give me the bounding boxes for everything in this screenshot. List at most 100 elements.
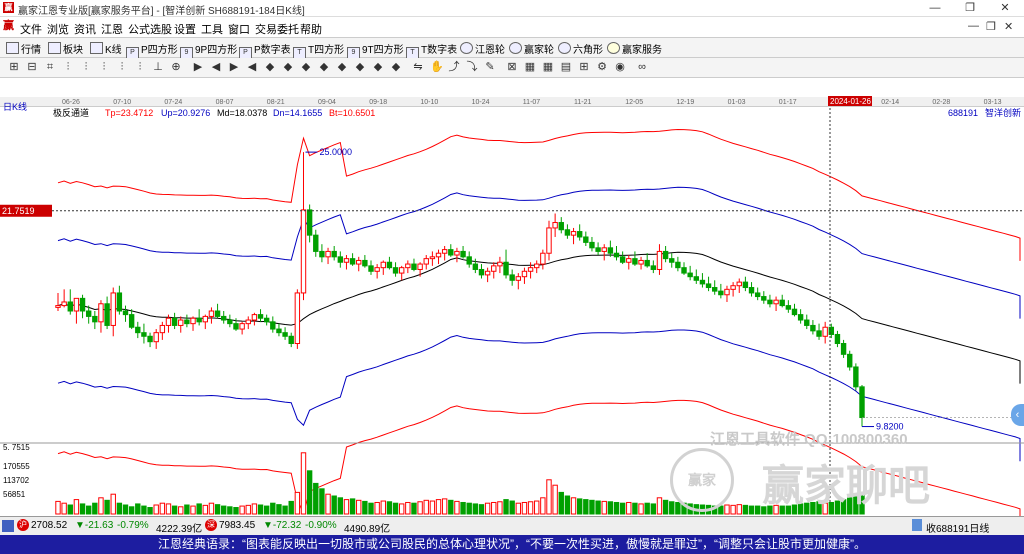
- tool-icon-12[interactable]: ▶: [228, 61, 240, 73]
- candle-body: [521, 270, 528, 278]
- candle-body: [325, 250, 331, 258]
- volume-bar: [171, 505, 178, 515]
- mdi-close-button[interactable]: ✕: [1004, 20, 1013, 33]
- tool-icon-7[interactable]: ⫶: [134, 61, 146, 73]
- tool-icon-6[interactable]: ⫶: [116, 61, 128, 73]
- tool-icon-9[interactable]: ⊕: [170, 61, 182, 73]
- candle-body: [67, 301, 73, 312]
- tool-icon-26[interactable]: ✎: [484, 61, 496, 73]
- sz-index-value[interactable]: 7983.45: [219, 520, 255, 531]
- date-label: 03-13: [984, 99, 1002, 106]
- grid-icon[interactable]: [2, 520, 14, 532]
- tool-icon-19[interactable]: ◆: [354, 61, 366, 73]
- tool-icon-23[interactable]: ✋: [430, 61, 444, 73]
- toolbar-hexagon-button[interactable]: 六角形: [558, 41, 603, 56]
- tool-icon-4[interactable]: ⫶: [80, 61, 92, 73]
- menu-bar: 赢 文件 浏览 资讯 江恩 公式选股 设置 工具 窗口 交易委托 帮助 — ❐ …: [0, 17, 1024, 38]
- wheel-icon: [509, 42, 522, 54]
- tool-icon-32[interactable]: ⚙: [596, 61, 608, 73]
- candle-body: [196, 317, 202, 323]
- toolbar-9p-square-button[interactable]: 9 9P四方形: [180, 41, 237, 59]
- tool-icon-11[interactable]: ◀: [210, 61, 222, 73]
- volume-bar: [239, 505, 245, 515]
- volume-bar: [515, 502, 522, 515]
- menu-trade[interactable]: 交易委托: [255, 21, 299, 37]
- tool-icon-29[interactable]: ▦: [542, 61, 554, 73]
- toolbar-p-square-button[interactable]: P P四方形: [126, 41, 178, 59]
- menu-tools[interactable]: 工具: [201, 21, 223, 37]
- toolbar-service-button[interactable]: 赢家服务: [607, 41, 662, 56]
- candle-body: [392, 267, 399, 274]
- volume-bar: [662, 499, 669, 515]
- menu-info[interactable]: 资讯: [74, 21, 96, 37]
- candle-body: [190, 317, 196, 325]
- menu-window[interactable]: 窗口: [228, 21, 250, 37]
- tool-icon-10[interactable]: ▶: [192, 61, 204, 73]
- tool-icon-13[interactable]: ◀: [246, 61, 258, 73]
- tool-icon-17[interactable]: ◆: [318, 61, 330, 73]
- candle-body: [779, 299, 785, 307]
- toolbar-p-table-button[interactable]: P P数字表: [239, 41, 291, 59]
- tool-icon-5[interactable]: ⫶: [98, 61, 110, 73]
- tool-icon-15[interactable]: ◆: [282, 61, 294, 73]
- candle-body: [859, 386, 865, 419]
- menu-browse[interactable]: 浏览: [47, 21, 69, 37]
- toolbar-quotes-button[interactable]: 行情: [6, 41, 41, 56]
- tool-icon-27[interactable]: ⊠: [506, 61, 518, 73]
- candle-body: [239, 323, 245, 330]
- candle-body: [294, 292, 301, 344]
- toolbar-9t-square-button[interactable]: 9 9T四方形: [347, 41, 404, 59]
- volume-bar: [472, 503, 479, 515]
- sh-index-value[interactable]: 2708.52: [31, 520, 67, 531]
- menu-gann[interactable]: 江恩: [101, 21, 123, 37]
- tool-icon-16[interactable]: ◆: [300, 61, 312, 73]
- toolbar-kline-button[interactable]: K线: [90, 41, 122, 56]
- tool-icon-0[interactable]: ⊞: [8, 61, 20, 73]
- volume-bar: [478, 504, 485, 515]
- tool-icon-3[interactable]: ⫶: [62, 61, 74, 73]
- tool-icon-20[interactable]: ◆: [372, 61, 384, 73]
- toolbar-t-square-button[interactable]: T T四方形: [293, 41, 344, 59]
- toolbar-t-table-button[interactable]: T T数字表: [406, 41, 457, 59]
- side-panel-arrow[interactable]: ‹: [1011, 404, 1024, 426]
- tool-icon-18[interactable]: ◆: [336, 61, 348, 73]
- tool-icon-34[interactable]: ∞: [636, 61, 648, 73]
- menu-file[interactable]: 文件: [20, 21, 42, 37]
- restore-button[interactable]: ❐: [955, 0, 985, 16]
- candle-body: [822, 326, 828, 337]
- tool-icon-31[interactable]: ⊞: [578, 61, 590, 73]
- toolbar-gann-wheel-button[interactable]: 江恩轮: [460, 41, 505, 56]
- volume-bar: [521, 501, 528, 515]
- tool-icon-22[interactable]: ⇋: [412, 61, 424, 73]
- tool-icon-1[interactable]: ⊟: [26, 61, 38, 73]
- menu-settings[interactable]: 设置: [174, 21, 196, 37]
- minimize-button[interactable]: —: [920, 0, 950, 16]
- tool-icon-30[interactable]: ▤: [560, 61, 572, 73]
- tool-icon-28[interactable]: ▦: [524, 61, 536, 73]
- volume-bar: [337, 497, 344, 515]
- toolbar-sector-button[interactable]: 板块: [48, 41, 83, 56]
- tool-icon-14[interactable]: ◆: [264, 61, 276, 73]
- mdi-restore-button[interactable]: ❐: [986, 20, 996, 33]
- volume-bar: [208, 502, 215, 515]
- volume-bar: [343, 499, 350, 515]
- menu-help[interactable]: 帮助: [300, 21, 322, 37]
- tool-icon-2[interactable]: ⌗: [44, 61, 56, 73]
- candle-body: [405, 263, 411, 269]
- mdi-minimize-button[interactable]: —: [968, 20, 979, 32]
- candle-body: [810, 324, 816, 332]
- candle-body: [208, 310, 215, 317]
- toolbar-winner-wheel-button[interactable]: 赢家轮: [509, 41, 554, 56]
- menu-formula-pick[interactable]: 公式选股: [128, 21, 172, 37]
- candle-body: [840, 343, 847, 355]
- tool-icon-24[interactable]: ⤴: [448, 61, 460, 73]
- volume-bar: [570, 497, 577, 515]
- volume-bar: [583, 499, 589, 515]
- tool-icon-33[interactable]: ◉: [614, 61, 626, 73]
- tool-icon-21[interactable]: ◆: [390, 61, 402, 73]
- tool-icon-25[interactable]: ⤵: [466, 61, 478, 73]
- tool-icon-8[interactable]: ⊥: [152, 61, 164, 73]
- candle-body: [644, 259, 650, 267]
- volume-bar: [484, 502, 491, 515]
- close-button[interactable]: ✕: [990, 0, 1020, 16]
